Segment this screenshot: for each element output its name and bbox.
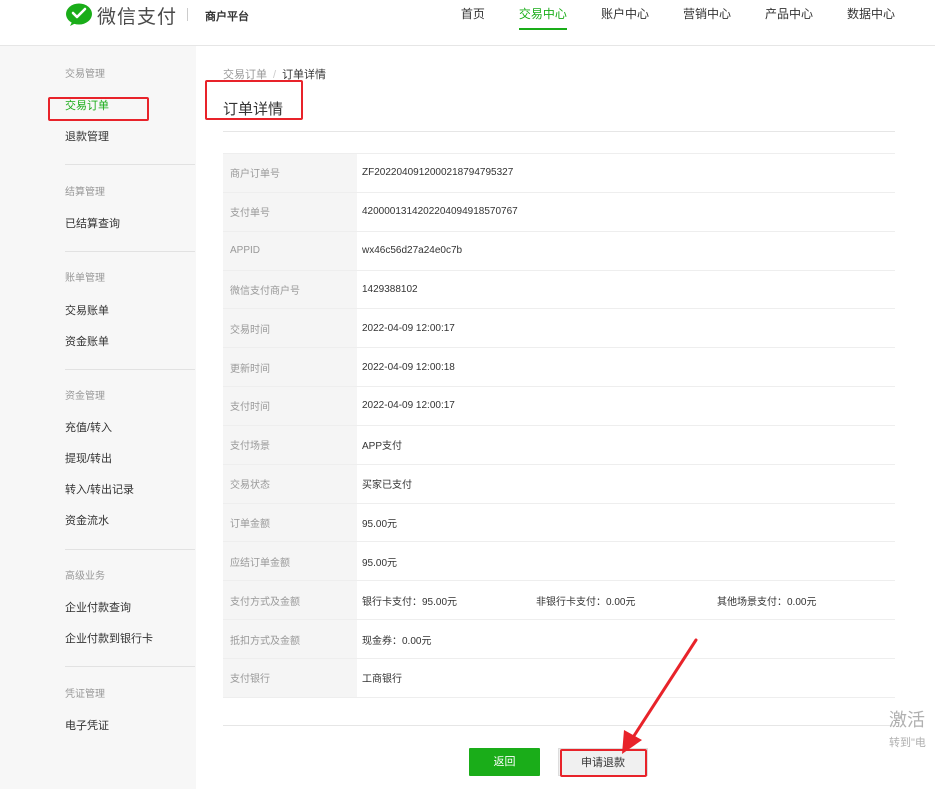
table-row: APPID wx46c56d27a24e0c7b: [223, 231, 895, 271]
row-value: wx46c56d27a24e0c7b: [362, 245, 463, 257]
nav-data-center[interactable]: 数据中心: [847, 0, 895, 30]
sidebar-item-recharge[interactable]: 充值/转入: [48, 418, 195, 438]
table-row: 支付单号 4200001314202204094918570767: [223, 192, 895, 232]
sidebar-group-title: 账单管理: [65, 273, 105, 284]
row-label: 商户订单号: [223, 154, 357, 192]
row-label: 支付场景: [223, 425, 357, 464]
sidebar-item-refund-management[interactable]: 退款管理: [48, 127, 195, 147]
row-label: 交易时间: [223, 309, 357, 348]
row-label: 交易状态: [223, 464, 357, 503]
row-value: APP支付: [362, 441, 403, 453]
table-row: 更新时间 2022-04-09 12:00:18: [223, 348, 895, 388]
order-detail-table: 商户订单号 ZF2022040912000218794795327 支付单号 4…: [223, 153, 895, 698]
row-value: 2022-04-09 12:00:17: [362, 400, 455, 412]
table-row: 交易时间 2022-04-09 12:00:17: [223, 309, 895, 349]
sidebar-item-e-voucher[interactable]: 电子凭证: [48, 716, 195, 736]
row-label: 支付单号: [223, 192, 357, 231]
sidebar-group-title: 凭证管理: [65, 689, 105, 700]
breadcrumb: 交易订单 / 订单详情: [223, 66, 326, 82]
sidebar-item-transfer-records[interactable]: 转入/转出记录: [48, 480, 195, 500]
sidebar-group-voucher: 凭证管理 电子凭证: [48, 685, 195, 736]
sidebar-item-fund-bill[interactable]: 资金账单: [48, 332, 195, 352]
sidebar-group-funds: 资金管理 充值/转入 提现/转出 转入/转出记录 资金流水: [48, 387, 195, 531]
sidebar-item-withdraw[interactable]: 提现/转出: [48, 449, 195, 469]
table-row: 应结订单金额 95.00元: [223, 542, 895, 582]
nav-product-center[interactable]: 产品中心: [765, 0, 813, 30]
title-divider: [223, 131, 895, 132]
wechat-pay-logo[interactable]: 微信支付: [65, 2, 177, 28]
row-label: 更新时间: [223, 348, 357, 387]
row-label: 支付银行: [223, 658, 357, 697]
row-value: 2022-04-09 12:00:17: [362, 322, 455, 334]
table-row: 抵扣方式及金额 现金券：0.00元: [223, 620, 895, 659]
table-row: 交易状态 买家已支付: [223, 464, 895, 504]
sidebar-divider: [65, 666, 195, 667]
sidebar-divider: [65, 251, 195, 252]
row-label: APPID: [223, 231, 357, 270]
sidebar-group-title: 高级业务: [65, 571, 105, 582]
red-arrow-icon: [622, 638, 698, 754]
row-value: 4200001314202204094918570767: [362, 206, 518, 218]
row-value: ZF2022040912000218794795327: [362, 167, 514, 179]
nav-home[interactable]: 首页: [461, 0, 485, 30]
sidebar-item-settled-query[interactable]: 已结算查询: [48, 214, 195, 234]
row-label: 抵扣方式及金额: [223, 620, 357, 658]
breadcrumb-parent[interactable]: 交易订单: [223, 69, 267, 81]
non-bank-card-payment: 非银行卡支付：0.00元: [536, 596, 636, 608]
sidebar-group-trade: 交易管理 交易订单 退款管理: [48, 65, 195, 147]
sidebar-group-bills: 账单管理 交易账单 资金账单: [48, 269, 195, 352]
row-value: 95.00元: [362, 519, 398, 531]
sidebar-item-trade-orders[interactable]: 交易订单: [48, 96, 195, 116]
table-row: 订单金额 95.00元: [223, 503, 895, 543]
platform-label: 商户平台: [205, 11, 249, 23]
top-nav: 首页 交易中心 账户中心 营销中心 产品中心 数据中心: [427, 0, 895, 46]
sidebar-item-trade-bill[interactable]: 交易账单: [48, 301, 195, 321]
table-row: 商户订单号 ZF2022040912000218794795327: [223, 154, 895, 193]
main-content: 交易订单 / 订单详情 订单详情 商户订单号 ZF20220409120002187…: [196, 46, 935, 789]
bank-card-payment: 银行卡支付：95.00元: [362, 596, 458, 608]
table-row: 支付场景 APP支付: [223, 425, 895, 465]
sidebar-group-advanced: 高级业务 企业付款查询 企业付款到银行卡: [48, 567, 195, 649]
nav-marketing-center[interactable]: 营销中心: [683, 0, 731, 30]
breadcrumb-current: 订单详情: [282, 69, 327, 81]
footer-divider: [223, 725, 895, 726]
header-separator: [187, 8, 188, 21]
wechat-pay-logo-icon: [66, 3, 92, 26]
table-row: 微信支付商户号 1429388102: [223, 270, 895, 310]
sidebar-item-enterprise-payment-to-bank[interactable]: 企业付款到银行卡: [48, 629, 195, 649]
row-label: 微信支付商户号: [223, 270, 357, 309]
row-label: 支付方式及金额: [223, 581, 357, 620]
sidebar-divider: [65, 164, 195, 165]
nav-trade-center[interactable]: 交易中心: [518, 0, 567, 30]
table-row: 支付银行 工商银行: [223, 658, 895, 698]
sidebar-group-title: 结算管理: [65, 187, 105, 198]
row-value: 2022-04-09 12:00:18: [362, 361, 455, 373]
row-label: 订单金额: [223, 503, 357, 542]
back-button[interactable]: 返回: [469, 748, 540, 776]
sidebar-item-enterprise-payment-query[interactable]: 企业付款查询: [48, 598, 195, 618]
top-header: 微信支付 商户平台 首页 交易中心 账户中心 营销中心 产品中心 数据中心: [0, 0, 935, 46]
row-value: 1429388102: [362, 283, 418, 295]
sidebar-group-title: 交易管理: [65, 69, 105, 80]
breadcrumb-separator: /: [273, 69, 277, 81]
sidebar-group-title: 资金管理: [65, 391, 105, 402]
row-value: 95.00元: [362, 557, 398, 569]
sidebar-item-fund-flow[interactable]: 资金流水: [48, 511, 195, 531]
logo-text: 微信支付: [97, 5, 178, 28]
other-scenario-payment: 其他场景支付：0.00元: [717, 596, 817, 608]
table-row: 支付方式及金额 银行卡支付：95.00元 非银行卡支付：0.00元 其他场景支付…: [223, 581, 895, 621]
activation-watermark-text: 转到"电: [889, 737, 926, 749]
row-label: 支付时间: [223, 387, 357, 425]
activation-watermark-title: 激活: [889, 710, 925, 730]
sidebar-divider: [65, 369, 195, 370]
table-row: 支付时间 2022-04-09 12:00:17: [223, 387, 895, 426]
row-label: 应结订单金额: [223, 542, 357, 581]
nav-account-center[interactable]: 账户中心: [601, 0, 649, 30]
sidebar-group-settlement: 结算管理 已结算查询: [48, 183, 195, 234]
sidebar-divider: [65, 549, 195, 550]
row-value: 买家已支付: [362, 480, 412, 492]
page-title: 订单详情: [223, 101, 284, 118]
row-value: 银行卡支付：95.00元 非银行卡支付：0.00元 其他场景支付：0.00元: [357, 581, 895, 619]
